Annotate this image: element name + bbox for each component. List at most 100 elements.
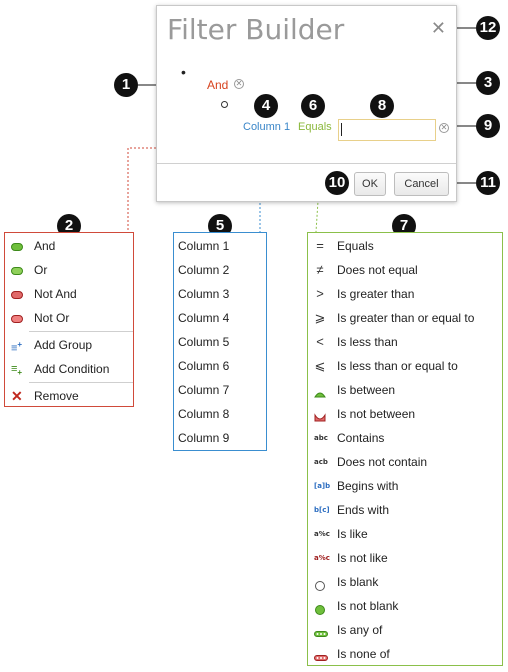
menu-item-remove[interactable]: ✕ Remove [5,384,133,408]
menu-item-label: Is not between [337,407,416,421]
menu-item-column[interactable]: Column 5 [174,330,266,354]
menu-item-label: Ends with [337,503,390,517]
callout-9: 9 [476,114,500,138]
callout-1: 1 [114,73,138,97]
cancel-button[interactable]: Cancel [394,172,449,196]
ends-with-icon: b[c] [314,506,330,514]
menu-item-column[interactable]: Column 3 [174,282,266,306]
root-bullet: • [181,64,186,80]
menu-separator [29,331,133,332]
menu-item-column[interactable]: Column 6 [174,354,266,378]
menu-item-contains[interactable]: abc Contains [308,426,502,450]
callout-6: 6 [301,94,325,118]
menu-item-not-contains[interactable]: acb Does not contain [308,450,502,474]
less-than-icon: < [316,334,324,349]
less-equal-icon: ⩽ [314,358,326,373]
menu-item-label: Column 3 [178,287,230,301]
remove-icon: ✕ [11,388,23,404]
condition-operation-link[interactable]: Equals [298,121,332,133]
menu-item-label: Is between [337,383,396,397]
menu-item-begins-with[interactable]: [a]b Begins with [308,474,502,498]
menu-item-label: Or [34,263,48,277]
condition-field-link[interactable]: Column 1 [243,121,290,133]
menu-item-label: Column 2 [178,263,230,277]
not-contains-icon: acb [314,458,328,466]
close-icon[interactable]: ✕ [431,18,446,39]
not-like-icon: a%c [314,554,330,562]
menu-item-ends-with[interactable]: b[c] Ends with [308,498,502,522]
menu-item-label: Not And [34,287,77,301]
menu-item-like[interactable]: a%c Is like [308,522,502,546]
menu-item-label: And [34,239,56,253]
callout-11: 11 [476,171,500,195]
group-operation-menu: And Or Not And Not Or ≡+ Add Group ≡+ Ad… [4,232,134,407]
menu-item-add-group[interactable]: ≡+ Add Group [5,333,133,357]
menu-item-label: Column 9 [178,431,230,445]
not-between-icon [314,408,326,422]
text-caret [341,123,342,136]
menu-item-greater-equal[interactable]: ⩾ Is greater than or equal to [308,306,502,330]
dialog-divider [157,163,456,164]
menu-item-not-or[interactable]: Not Or [5,306,133,330]
menu-item-label: Is greater than [337,287,415,301]
not-and-icon [11,288,23,300]
group-operation-link[interactable]: And [207,78,228,92]
menu-item-greater-than[interactable]: > Is greater than [308,282,502,306]
menu-item-not-blank[interactable]: Is not blank [308,594,502,618]
menu-item-equals[interactable]: = Equals [308,234,502,258]
dialog-title: Filter Builder [167,13,345,46]
menu-item-and[interactable]: And [5,234,133,258]
menu-item-label: Column 4 [178,311,230,325]
menu-item-none-of[interactable]: Is none of [308,642,502,666]
callout-4: 4 [254,94,278,118]
add-condition-icon: ≡+ [11,363,23,378]
menu-item-blank[interactable]: Is blank [308,570,502,594]
menu-item-not-between[interactable]: Is not between [308,402,502,426]
menu-item-column[interactable]: Column 1 [174,234,266,258]
menu-item-label: Column 5 [178,335,230,349]
any-of-icon [314,624,328,637]
menu-item-column[interactable]: Column 9 [174,426,266,450]
not-or-icon [11,312,23,324]
menu-separator [29,382,133,383]
begins-with-icon: [a]b [314,482,331,490]
menu-item-label: Is like [337,527,368,541]
menu-item-less-equal[interactable]: ⩽ Is less than or equal to [308,354,502,378]
menu-item-label: Is none of [337,647,390,661]
condition-bullet-icon [221,101,228,108]
menu-item-label: Is less than [337,335,398,349]
callout-10: 10 [325,171,349,195]
greater-equal-icon: ⩾ [314,310,326,325]
menu-item-or[interactable]: Or [5,258,133,282]
greater-than-icon: > [316,286,324,301]
equals-icon: = [316,238,324,253]
menu-item-between[interactable]: Is between [308,378,502,402]
menu-item-any-of[interactable]: Is any of [308,618,502,642]
menu-item-label: Is greater than or equal to [337,311,475,325]
field-menu: Column 1 Column 2 Column 3 Column 4 Colu… [173,232,267,451]
condition-value-input[interactable] [338,119,436,141]
menu-item-not-like[interactable]: a%c Is not like [308,546,502,570]
menu-item-label: Is not like [337,551,388,565]
menu-item-not-equal[interactable]: ≠ Does not equal [308,258,502,282]
menu-item-not-and[interactable]: Not And [5,282,133,306]
menu-item-label: Column 8 [178,407,230,421]
menu-item-column[interactable]: Column 7 [174,378,266,402]
menu-item-label: Is any of [337,623,383,637]
menu-item-column[interactable]: Column 4 [174,306,266,330]
menu-item-label: Is less than or equal to [337,359,458,373]
menu-item-label: Remove [34,389,79,403]
menu-item-label: Equals [337,239,374,253]
group-remove-icon[interactable]: ✕ [234,79,244,89]
add-group-icon: ≡+ [11,340,23,355]
menu-item-column[interactable]: Column 2 [174,258,266,282]
menu-item-column[interactable]: Column 8 [174,402,266,426]
not-blank-icon [314,600,326,615]
menu-item-label: Is not blank [337,599,399,613]
ok-button[interactable]: OK [354,172,386,196]
condition-operation-menu: = Equals ≠ Does not equal > Is greater t… [307,232,503,666]
menu-item-add-condition[interactable]: ≡+ Add Condition [5,357,133,381]
menu-item-less-than[interactable]: < Is less than [308,330,502,354]
not-equal-icon: ≠ [316,262,324,277]
condition-remove-icon[interactable]: ✕ [439,123,449,133]
